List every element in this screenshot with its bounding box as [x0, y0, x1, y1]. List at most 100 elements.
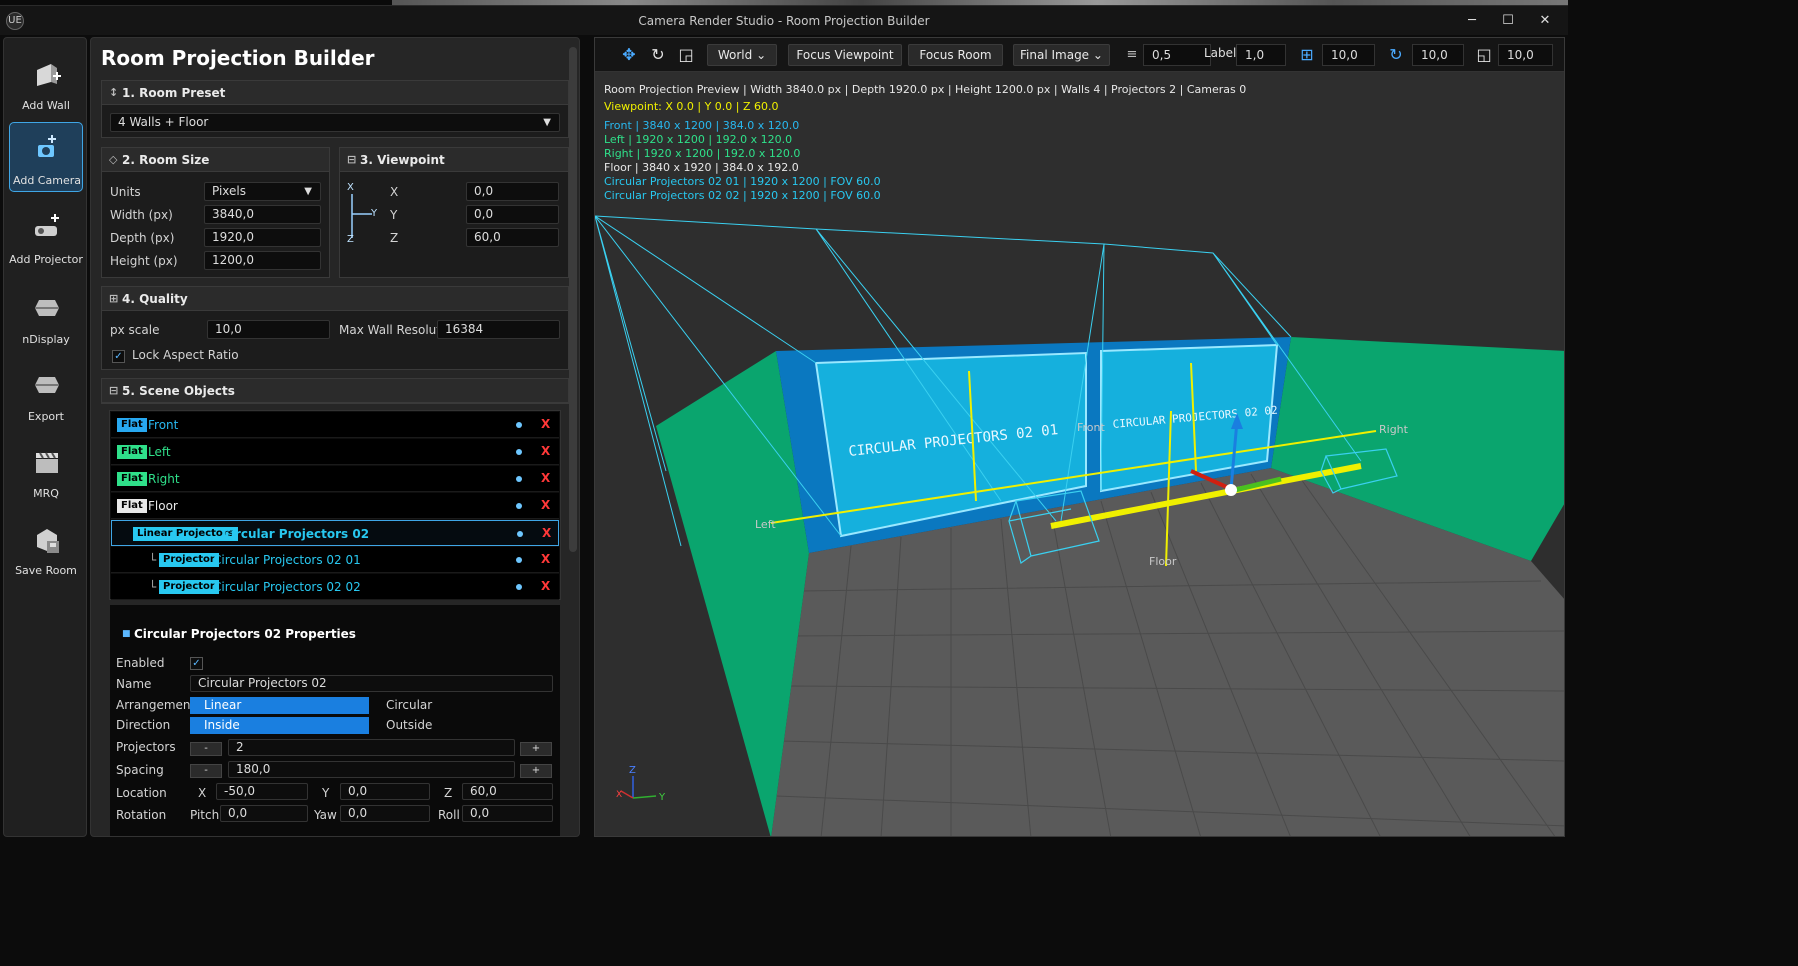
room-preset-header[interactable]: ↕ 1. Room Preset: [102, 81, 568, 105]
delete-button[interactable]: X: [541, 471, 550, 485]
list-item-selected[interactable]: Linear Projectors Circular Projectors 02…: [111, 520, 559, 546]
height-field[interactable]: 1200,0: [204, 251, 321, 270]
line-width-icon: ≡: [1126, 47, 1138, 62]
roll-field[interactable]: 0,0: [462, 805, 553, 822]
viewpoint-header[interactable]: ⊟ 3. Viewpoint: [340, 148, 568, 172]
save-room-label: Save Room: [15, 564, 77, 577]
save-room-icon: [37, 529, 59, 553]
save-room-button[interactable]: Save Room: [9, 513, 83, 583]
units-label: Units: [110, 185, 141, 199]
visibility-icon[interactable]: [516, 503, 522, 509]
room-size-header[interactable]: ◇ 2. Room Size: [102, 148, 329, 172]
rotation-snap-icon[interactable]: ↻: [1386, 45, 1406, 65]
location-x-field[interactable]: -50,0: [216, 783, 308, 800]
yaw-field[interactable]: 0,0: [340, 805, 430, 822]
viewpoint-y-field[interactable]: 0,0: [466, 205, 559, 224]
scale-icon[interactable]: ◲: [676, 45, 696, 65]
lock-aspect-checkbox[interactable]: ✓: [112, 350, 125, 363]
chevron-down-icon: ⌄: [756, 48, 767, 62]
mrq-button[interactable]: MRQ: [9, 436, 83, 506]
width-field[interactable]: 3840,0: [204, 205, 321, 224]
viewpoint-x-field[interactable]: 0,0: [466, 182, 559, 201]
line-width-field[interactable]: 0,5: [1143, 44, 1211, 66]
grid-snap-field[interactable]: 10,0: [1322, 44, 1375, 66]
scale-snap-icon[interactable]: ◱: [1474, 45, 1494, 65]
list-item[interactable]: Flat Floor X: [111, 493, 559, 519]
ndisplay-button[interactable]: nDisplay: [9, 282, 83, 352]
export-button[interactable]: Export: [9, 359, 83, 429]
info-line-left: Left | 1920 x 1200 | 192.0 x 120.0: [604, 133, 793, 146]
spacing-increment-button[interactable]: +: [520, 764, 552, 778]
add-wall-icon: [37, 64, 61, 86]
location-y-field[interactable]: 0,0: [340, 783, 430, 800]
enabled-checkbox[interactable]: ✓: [190, 657, 203, 670]
rotation-snap-field[interactable]: 10,0: [1412, 44, 1464, 66]
quality-header[interactable]: ⊞ 4. Quality: [102, 287, 568, 311]
label-size-field[interactable]: 1,0: [1236, 44, 1286, 66]
projectors-decrement-button[interactable]: -: [190, 742, 222, 756]
viewport[interactable]: ✥ ↻ ◲ World ⌄ Focus Viewpoint Focus Room…: [594, 37, 1565, 837]
delete-button[interactable]: X: [541, 552, 550, 566]
add-camera-button[interactable]: Add Camera: [9, 122, 83, 192]
scene-objects-header[interactable]: ⊟ 5. Scene Objects: [102, 379, 568, 403]
add-wall-button[interactable]: Add Wall: [9, 48, 83, 118]
visibility-icon[interactable]: [516, 557, 522, 563]
visibility-icon[interactable]: [516, 584, 522, 590]
info-line-floor: Floor | 3840 x 1920 | 384.0 x 192.0: [604, 161, 799, 174]
close-icon[interactable]: ✕: [1535, 11, 1555, 31]
view-mode-dropdown[interactable]: Final Image ⌄: [1013, 44, 1110, 66]
projectors-increment-button[interactable]: +: [520, 742, 552, 756]
spacing-decrement-button[interactable]: -: [190, 764, 222, 778]
focus-room-button[interactable]: Focus Room: [908, 44, 1003, 66]
viewpoint-z-field[interactable]: 60,0: [466, 228, 559, 247]
add-projector-button[interactable]: Add Projector: [9, 202, 83, 272]
export-icon: [35, 377, 59, 393]
list-item[interactable]: └ Projector Circular Projectors 02 01 X: [111, 547, 559, 573]
projectors-field[interactable]: 2: [228, 739, 515, 756]
visibility-icon[interactable]: [517, 531, 523, 537]
object-type-tag: Flat: [117, 472, 147, 486]
delete-button[interactable]: X: [541, 498, 550, 512]
delete-button[interactable]: X: [542, 526, 551, 540]
arrangement-linear-option[interactable]: Linear: [190, 697, 369, 714]
arrangement-circular-option[interactable]: Circular: [386, 698, 432, 712]
visibility-icon[interactable]: [516, 449, 522, 455]
list-item[interactable]: Flat Front X: [111, 412, 559, 438]
units-dropdown[interactable]: Pixels ▼: [204, 182, 321, 201]
delete-button[interactable]: X: [541, 579, 550, 593]
name-field[interactable]: Circular Projectors 02: [190, 675, 553, 692]
max-wall-field[interactable]: 16384: [437, 320, 560, 339]
location-z-field[interactable]: 60,0: [462, 783, 553, 800]
direction-inside-option[interactable]: Inside: [190, 717, 369, 734]
grid-snap-icon[interactable]: ⊞: [1297, 45, 1317, 65]
focus-viewpoint-button[interactable]: Focus Viewpoint: [788, 44, 902, 66]
delete-button[interactable]: X: [541, 444, 550, 458]
wall-label-floor: Floor: [1149, 555, 1177, 568]
list-item[interactable]: Flat Left X: [111, 439, 559, 465]
maximize-icon[interactable]: ☐: [1498, 11, 1518, 31]
visibility-icon[interactable]: [516, 476, 522, 482]
list-item[interactable]: Flat Right X: [111, 466, 559, 492]
rotate-icon[interactable]: ↻: [648, 45, 668, 65]
pitch-field[interactable]: 0,0: [220, 805, 308, 822]
object-name: Front: [148, 418, 179, 432]
scale-snap-field[interactable]: 10,0: [1498, 44, 1553, 66]
bullet-icon: ■: [122, 629, 131, 639]
room-preset-dropdown[interactable]: 4 Walls + Floor ▼: [110, 113, 560, 132]
properties-panel: ■ Circular Projectors 02 Properties Enab…: [109, 604, 561, 836]
space-dropdown[interactable]: World ⌄: [707, 44, 777, 66]
orientation-axes: Z Y X: [616, 765, 666, 803]
depth-field[interactable]: 1920,0: [204, 228, 321, 247]
minimize-icon[interactable]: ─: [1462, 11, 1482, 31]
delete-button[interactable]: X: [541, 417, 550, 431]
visibility-icon[interactable]: [516, 422, 522, 428]
height-label: Height (px): [110, 254, 178, 268]
direction-outside-option[interactable]: Outside: [386, 718, 432, 732]
px-scale-field[interactable]: 10,0: [207, 320, 330, 339]
location-x-label: X: [198, 786, 207, 800]
spacing-field[interactable]: 180,0: [228, 761, 515, 778]
move-icon[interactable]: ✥: [619, 45, 639, 65]
panel-scrollbar[interactable]: [569, 47, 577, 552]
list-item[interactable]: └ Projector Circular Projectors 02 02 X: [111, 574, 559, 600]
properties-title: Circular Projectors 02 Properties: [134, 627, 356, 641]
